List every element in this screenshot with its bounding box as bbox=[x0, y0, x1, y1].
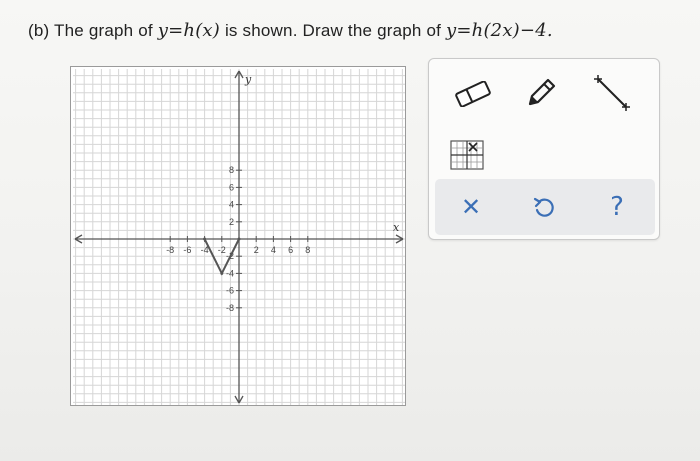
pencil-icon bbox=[528, 78, 556, 106]
x-axis-label: x bbox=[393, 221, 400, 234]
tool-panel: ✕ ? bbox=[428, 58, 660, 240]
y-tick-label: -6 bbox=[226, 286, 234, 296]
graph-area[interactable]: -8 -6 -4 -2 2 4 6 8 8 6 4 2 -2 -4 -6 -8 x y bbox=[70, 66, 406, 406]
pencil-button[interactable] bbox=[519, 73, 563, 113]
x-tick-label: -2 bbox=[218, 245, 226, 255]
curve-vertex bbox=[237, 237, 241, 241]
help-icon: ? bbox=[610, 192, 624, 222]
formula-original: y=h(x) bbox=[157, 20, 221, 41]
y-tick-label: 6 bbox=[229, 182, 234, 192]
y-tick-label: 8 bbox=[229, 165, 234, 175]
clear-button[interactable]: ✕ bbox=[449, 189, 493, 225]
x-tick-label: 4 bbox=[271, 245, 276, 255]
y-tick-label: 2 bbox=[229, 217, 234, 227]
x-tick-label: -8 bbox=[166, 245, 174, 255]
y-tick-label: -8 bbox=[226, 303, 234, 313]
help-button[interactable]: ? bbox=[595, 189, 639, 225]
x-tick-label: 8 bbox=[305, 245, 310, 255]
line-segment-icon bbox=[594, 75, 630, 111]
curve-vertex bbox=[203, 237, 207, 241]
line-button[interactable] bbox=[587, 71, 637, 115]
undo-button[interactable] bbox=[522, 189, 566, 225]
formula-target: y=h(2x)−4. bbox=[446, 20, 553, 41]
question-text-middle: is shown. Draw the graph of bbox=[224, 21, 442, 40]
x-tick-label: -6 bbox=[183, 245, 191, 255]
question-text: (b) The graph of y=h(x) is shown. Draw t… bbox=[28, 20, 553, 41]
eraser-button[interactable] bbox=[449, 77, 497, 111]
x-tick-label: 6 bbox=[288, 245, 293, 255]
undo-icon bbox=[533, 197, 554, 217]
close-icon: ✕ bbox=[460, 193, 482, 221]
eraser-icon bbox=[455, 81, 491, 107]
question-part: (b) bbox=[28, 21, 50, 40]
grid-button[interactable] bbox=[449, 139, 485, 171]
x-tick-label: 2 bbox=[254, 245, 259, 255]
y-axis-label: y bbox=[244, 73, 252, 86]
question-text-before: The graph of bbox=[54, 21, 153, 40]
grid-x-icon bbox=[450, 140, 484, 170]
action-bar: ✕ ? bbox=[435, 179, 655, 235]
coordinate-grid[interactable]: -8 -6 -4 -2 2 4 6 88642-2-4-6-8xy bbox=[71, 67, 407, 407]
curve-vertex bbox=[220, 271, 224, 275]
y-tick-label: -4 bbox=[226, 268, 234, 278]
y-tick-label: 4 bbox=[229, 200, 234, 210]
